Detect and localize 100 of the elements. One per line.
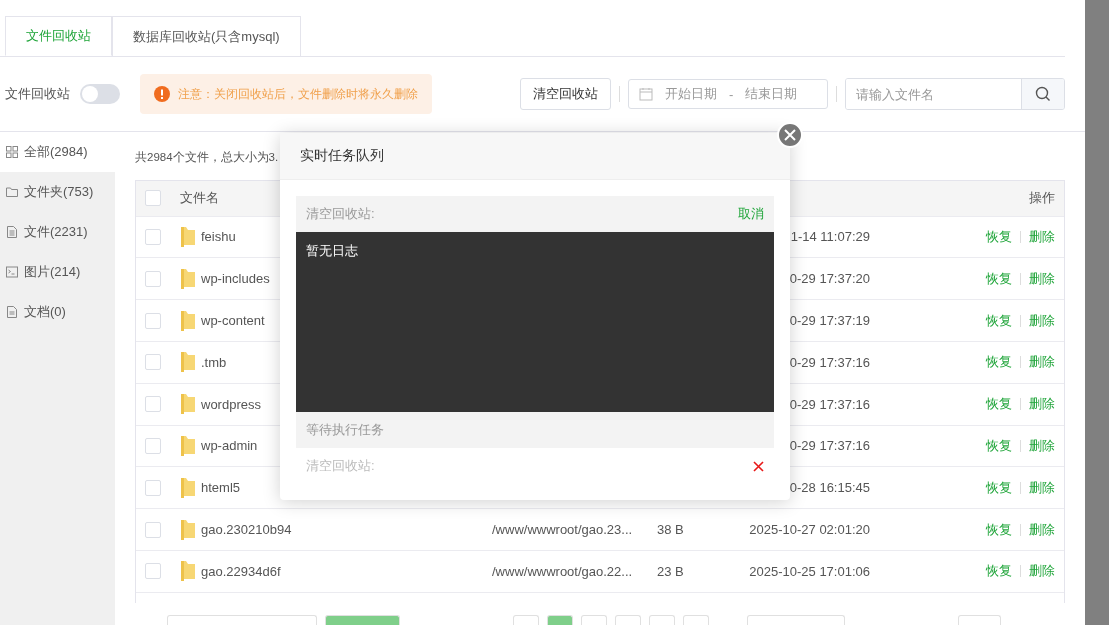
page-button[interactable] xyxy=(683,615,709,625)
search-field[interactable]: 请输入文件名 xyxy=(845,78,1065,110)
file-name: gao.22934d6f xyxy=(201,563,281,579)
folder-icon xyxy=(6,186,18,198)
folder-icon xyxy=(180,225,196,248)
folder-icon xyxy=(180,309,196,332)
time-cell: 0-28 16:15:45 xyxy=(789,480,870,496)
time-cell: 0-29 17:37:20 xyxy=(789,271,870,287)
page-button[interactable] xyxy=(649,615,675,625)
delete-link[interactable]: 删除 xyxy=(1029,269,1055,288)
restore-link[interactable]: 恢复 xyxy=(986,269,1012,288)
folder-icon xyxy=(180,518,196,541)
sidebar-item[interactable]: 文件(2231) xyxy=(0,212,115,252)
restore-link[interactable]: 恢复 xyxy=(986,562,1012,581)
delete-link[interactable]: 删除 xyxy=(1029,311,1055,330)
file-name: wp-content xyxy=(201,313,265,329)
go-button[interactable] xyxy=(958,615,1001,625)
delete-link[interactable]: 删除 xyxy=(1029,478,1055,497)
delete-link[interactable]: 删除 xyxy=(1029,353,1055,372)
checkbox[interactable] xyxy=(145,270,161,287)
image-icon xyxy=(6,266,18,278)
sidebar-item[interactable]: 全部(2984) xyxy=(0,132,115,172)
calendar-icon xyxy=(639,87,653,101)
time-cell: 1-14 11:07:29 xyxy=(790,229,870,245)
sidebar-item[interactable]: 文件夹(753) xyxy=(0,172,115,212)
date-range-field[interactable]: 开始日期 - 结束日期 xyxy=(628,79,828,109)
warning-text: 注意：关闭回收站后，文件删除时将永久删除 xyxy=(178,85,418,103)
folder-icon xyxy=(180,434,196,457)
size-cell: 23 B xyxy=(657,563,684,579)
delete-link[interactable]: 删除 xyxy=(1029,520,1055,539)
page-jump-field[interactable] xyxy=(747,615,845,625)
task-label: 清空回收站: xyxy=(306,205,375,223)
delete-link[interactable]: 删除 xyxy=(1029,562,1055,581)
confirm-button[interactable] xyxy=(325,615,400,625)
log-text: 暂无日志 xyxy=(306,243,358,258)
checkbox[interactable] xyxy=(145,190,161,207)
checkbox[interactable] xyxy=(145,479,161,496)
column-header: 操作 xyxy=(1029,189,1055,208)
time-cell: 0-29 17:37:16 xyxy=(789,438,870,454)
dialog-title: 实时任务队列 xyxy=(300,147,384,165)
checkbox[interactable] xyxy=(145,396,161,413)
page-button[interactable] xyxy=(615,615,641,625)
restore-link[interactable]: 恢复 xyxy=(986,478,1012,497)
folder-icon xyxy=(180,267,196,290)
checkbox[interactable] xyxy=(145,312,161,329)
file-name: feishu xyxy=(201,229,236,245)
task-label: 清空回收站: xyxy=(306,457,375,475)
column-header: 文件名 xyxy=(180,189,219,208)
document-icon xyxy=(6,306,18,318)
grid-icon xyxy=(6,146,18,158)
file-name: .tmb xyxy=(201,354,227,370)
folder-icon xyxy=(180,351,196,374)
close-icon[interactable] xyxy=(753,460,764,472)
file-name: wp-includes xyxy=(201,271,270,287)
folder-icon xyxy=(180,476,196,499)
close-icon xyxy=(784,129,796,141)
restore-link[interactable]: 恢复 xyxy=(986,520,1012,539)
folder-icon xyxy=(180,393,196,416)
tab[interactable]: 数据库回收站(只含mysql) xyxy=(112,16,301,56)
clear-button[interactable]: 清空回收站 xyxy=(520,78,611,110)
cancel-link[interactable]: 取消 xyxy=(738,205,764,223)
page-size-select[interactable] xyxy=(167,615,317,625)
checkbox[interactable] xyxy=(145,437,161,454)
time-cell: 2025-10-25 17:01:06 xyxy=(749,563,870,579)
delete-link[interactable]: 删除 xyxy=(1029,227,1055,246)
checkbox[interactable] xyxy=(145,354,161,371)
page-button[interactable] xyxy=(513,615,539,625)
toggle-label: 文件回收站 xyxy=(5,85,70,103)
file-name: wp-admin xyxy=(201,438,258,454)
file-name: gao.230210b94 xyxy=(201,522,292,537)
checkbox[interactable] xyxy=(145,228,161,245)
restore-link[interactable]: 恢复 xyxy=(986,395,1012,414)
restore-link[interactable]: 恢复 xyxy=(986,353,1012,372)
restore-link[interactable]: 恢复 xyxy=(986,311,1012,330)
page-button[interactable] xyxy=(581,615,607,625)
sidebar-item[interactable]: 图片(214) xyxy=(0,252,115,292)
delete-link[interactable]: 删除 xyxy=(1029,395,1055,414)
time-cell: 2025-10-27 02:01:20 xyxy=(749,522,870,537)
file-name: wordpress xyxy=(201,396,261,412)
waiting-title: 等待执行任务 xyxy=(306,421,384,439)
warning-icon xyxy=(154,86,170,102)
sidebar-item[interactable]: 文档(0) xyxy=(0,292,115,332)
restore-link[interactable]: 恢复 xyxy=(986,227,1012,246)
checkbox[interactable] xyxy=(145,521,161,538)
page-button[interactable] xyxy=(547,615,573,625)
tab[interactable]: 文件回收站 xyxy=(5,16,112,56)
search-button[interactable] xyxy=(1021,79,1064,109)
delete-link[interactable]: 删除 xyxy=(1029,436,1055,455)
time-cell: 0-29 17:37:16 xyxy=(789,396,870,412)
file-name: hteml5 xyxy=(201,480,241,496)
path-cell: /www/wwwroot/gao.23... xyxy=(492,522,633,537)
folder-icon xyxy=(180,560,196,583)
toggle-switch[interactable] xyxy=(80,84,120,104)
restore-link[interactable]: 恢复 xyxy=(986,436,1012,455)
search-icon xyxy=(1035,86,1051,102)
path-cell: /www/wwwroot/gao.22... xyxy=(492,563,633,579)
size-cell: 38 B xyxy=(657,522,684,537)
checkbox[interactable] xyxy=(145,563,161,580)
close-button[interactable] xyxy=(777,122,803,148)
document-icon xyxy=(6,226,18,238)
